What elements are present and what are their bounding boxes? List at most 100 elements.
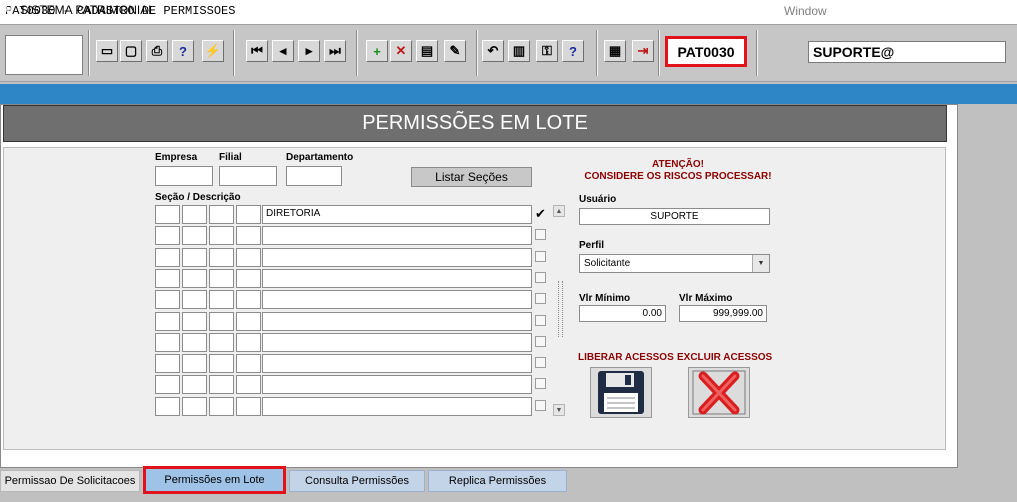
window-icon[interactable]: ▢	[120, 40, 142, 62]
warning-title: ATENÇÃO!	[651, 159, 705, 170]
usuario-field[interactable]: SUPORTE	[579, 208, 770, 225]
section-code-cell[interactable]	[155, 268, 180, 288]
section-checkbox[interactable]	[535, 335, 546, 347]
last-record-icon[interactable]: ⏭	[324, 40, 346, 62]
section-checkbox[interactable]	[535, 378, 546, 390]
section-code-cell[interactable]	[182, 226, 207, 246]
section-description-field[interactable]	[262, 396, 532, 416]
section-code-cell[interactable]	[155, 311, 180, 331]
clear-record-icon[interactable]: ✎	[444, 40, 466, 62]
section-description-field[interactable]	[262, 375, 532, 395]
section-description-field[interactable]: DIRETORIA	[262, 205, 532, 224]
section-checkbox[interactable]	[535, 357, 546, 369]
section-code-cell[interactable]	[209, 375, 234, 395]
section-code-cell[interactable]	[236, 268, 261, 288]
perfil-select[interactable]: Solicitante ▼	[579, 254, 770, 273]
section-code-cell[interactable]	[236, 332, 261, 352]
section-code-cell[interactable]	[182, 332, 207, 352]
section-description-field[interactable]	[262, 247, 532, 267]
section-code-cell[interactable]	[155, 290, 180, 310]
section-code-cell[interactable]	[182, 290, 207, 310]
section-code-cell[interactable]	[236, 205, 261, 224]
section-checkbox[interactable]	[535, 314, 546, 326]
section-checkbox[interactable]	[535, 271, 546, 283]
section-code-cell[interactable]	[182, 396, 207, 416]
listar-secoes-button[interactable]: Listar Seções	[411, 167, 532, 187]
previous-record-icon[interactable]: ◂	[272, 40, 294, 62]
delete-record-icon[interactable]: ✕	[390, 40, 412, 62]
section-description-field[interactable]	[262, 290, 532, 310]
section-checkbox[interactable]	[535, 250, 546, 262]
excluir-acessos-button[interactable]	[688, 367, 750, 418]
section-code-cell[interactable]	[182, 375, 207, 395]
empresa-input[interactable]	[155, 166, 213, 186]
undo-icon[interactable]: ↶	[482, 40, 504, 62]
execute-query-icon[interactable]: ⚡	[202, 40, 224, 62]
section-code-cell[interactable]	[182, 268, 207, 288]
section-code-cell[interactable]	[209, 396, 234, 416]
scroll-down-icon[interactable]: ▼	[553, 404, 565, 416]
section-checkbox[interactable]	[535, 293, 546, 305]
exit-icon[interactable]: ⇥	[632, 40, 654, 62]
departamento-input[interactable]	[286, 166, 342, 186]
section-description-field[interactable]	[262, 268, 532, 288]
section-code-cell[interactable]	[236, 226, 261, 246]
vlr-maximo-field[interactable]: 999,999.00	[679, 305, 767, 322]
section-description-field[interactable]	[262, 311, 532, 331]
section-code-cell[interactable]	[209, 226, 234, 246]
liberar-acessos-button[interactable]	[590, 367, 652, 418]
section-code-cell[interactable]	[155, 375, 180, 395]
section-code-cell[interactable]	[236, 290, 261, 310]
section-code-cell[interactable]	[209, 268, 234, 288]
menu-icon[interactable]: ▦	[604, 40, 626, 62]
section-checkbox[interactable]	[535, 229, 546, 241]
scroll-thumb[interactable]	[558, 281, 563, 337]
section-code-cell[interactable]	[236, 247, 261, 267]
tab-3[interactable]: Replica Permissões	[428, 470, 567, 492]
section-code-cell[interactable]	[182, 354, 207, 374]
section-code-cell[interactable]	[236, 375, 261, 395]
section-code-cell[interactable]	[236, 311, 261, 331]
vlr-minimo-field[interactable]: 0.00	[579, 305, 666, 322]
insert-record-icon[interactable]: +	[366, 40, 388, 62]
window-menu[interactable]: Window	[784, 4, 827, 18]
section-checkbox[interactable]	[535, 399, 546, 411]
section-code-cell[interactable]	[209, 205, 234, 224]
section-code-cell[interactable]	[236, 396, 261, 416]
section-code-cell[interactable]	[182, 311, 207, 331]
section-code-cell[interactable]	[155, 396, 180, 416]
section-code-cell[interactable]	[209, 290, 234, 310]
section-code-cell[interactable]	[209, 247, 234, 267]
section-description-field[interactable]	[262, 332, 532, 352]
section-code-cell[interactable]	[209, 311, 234, 331]
section-code-cell[interactable]	[182, 247, 207, 267]
print-icon[interactable]: ⎙	[146, 40, 168, 62]
section-description-field[interactable]	[262, 226, 532, 246]
section-code-cell[interactable]	[155, 205, 180, 224]
tab-1[interactable]: Permissões em Lote	[143, 466, 286, 494]
filial-input[interactable]	[219, 166, 277, 186]
chevron-down-icon[interactable]: ▼	[752, 255, 769, 272]
section-code-cell[interactable]	[155, 354, 180, 374]
keys-icon[interactable]: ⚿	[536, 40, 558, 62]
section-description-field[interactable]	[262, 354, 532, 374]
section-code-cell[interactable]	[182, 205, 207, 224]
section-code-cell[interactable]	[209, 332, 234, 352]
duplicate-record-icon[interactable]: ▤	[416, 40, 438, 62]
section-code-cell[interactable]	[155, 226, 180, 246]
tab-0[interactable]: Permissao De Solicitacoes	[0, 470, 140, 492]
help-icon[interactable]: ?	[562, 40, 584, 62]
section-code-cell[interactable]	[236, 354, 261, 374]
section-code-cell[interactable]	[209, 354, 234, 374]
save-icon[interactable]: ▭	[96, 40, 118, 62]
section-code-cell[interactable]	[155, 247, 180, 267]
scroll-up-icon[interactable]: ▲	[553, 205, 565, 217]
next-record-icon[interactable]: ▸	[298, 40, 320, 62]
section-code-cell[interactable]	[155, 332, 180, 352]
help-query-icon[interactable]: ?	[172, 40, 194, 62]
section-checkbox[interactable]: ✔	[535, 207, 546, 220]
section-list-scrollbar[interactable]: ▲ ▼	[553, 205, 567, 417]
tab-2[interactable]: Consulta Permissões	[289, 470, 425, 492]
first-record-icon[interactable]: ⏮	[246, 40, 268, 62]
clipboard-icon[interactable]: ▥	[508, 40, 530, 62]
